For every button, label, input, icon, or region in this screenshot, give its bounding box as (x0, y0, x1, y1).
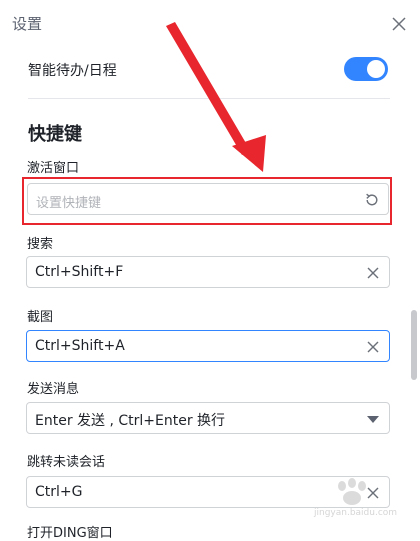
watermark-paw-icon (338, 478, 366, 505)
section-title: 快捷键 (28, 124, 82, 145)
search-shortcut-input[interactable]: Ctrl+Shift+F (26, 256, 390, 288)
annotation-highlight-box (22, 177, 392, 225)
send-message-value: Enter 发送 , Ctrl+Enter 换行 (35, 413, 226, 429)
smart-todo-toggle[interactable] (344, 57, 388, 81)
smart-todo-label: 智能待办/日程 (28, 63, 117, 79)
screenshot-shortcut-value: Ctrl+Shift+A (35, 338, 125, 354)
smart-todo-row: 智能待办/日程 (28, 56, 390, 84)
clear-icon[interactable] (365, 339, 381, 355)
title-bar: 设置 (0, 0, 420, 44)
scrollbar-thumb[interactable] (411, 310, 417, 380)
open-ding-label: 打开DING窗口 (27, 526, 113, 541)
jump-unread-value: Ctrl+G (35, 484, 83, 500)
jump-unread-label: 跳转未读会话 (27, 455, 106, 470)
screenshot-shortcut-label: 截图 (27, 310, 54, 325)
dropdown-arrow-icon[interactable] (365, 411, 381, 427)
search-shortcut-label: 搜索 (27, 237, 54, 252)
toggle-knob (367, 60, 385, 78)
window-title: 设置 (12, 15, 43, 33)
search-shortcut-value: Ctrl+Shift+F (35, 264, 124, 280)
send-message-select[interactable]: Enter 发送 , Ctrl+Enter 换行 (26, 402, 390, 434)
watermark: jingyan.baidu.com (300, 478, 416, 528)
send-message-label: 发送消息 (27, 382, 80, 397)
watermark-text: jingyan.baidu.com (314, 508, 398, 518)
screenshot-shortcut-input[interactable]: Ctrl+Shift+A (26, 330, 390, 362)
close-icon[interactable] (389, 14, 409, 34)
clear-icon[interactable] (365, 265, 381, 281)
divider (28, 98, 390, 99)
activate-window-label: 激活窗口 (27, 161, 80, 176)
